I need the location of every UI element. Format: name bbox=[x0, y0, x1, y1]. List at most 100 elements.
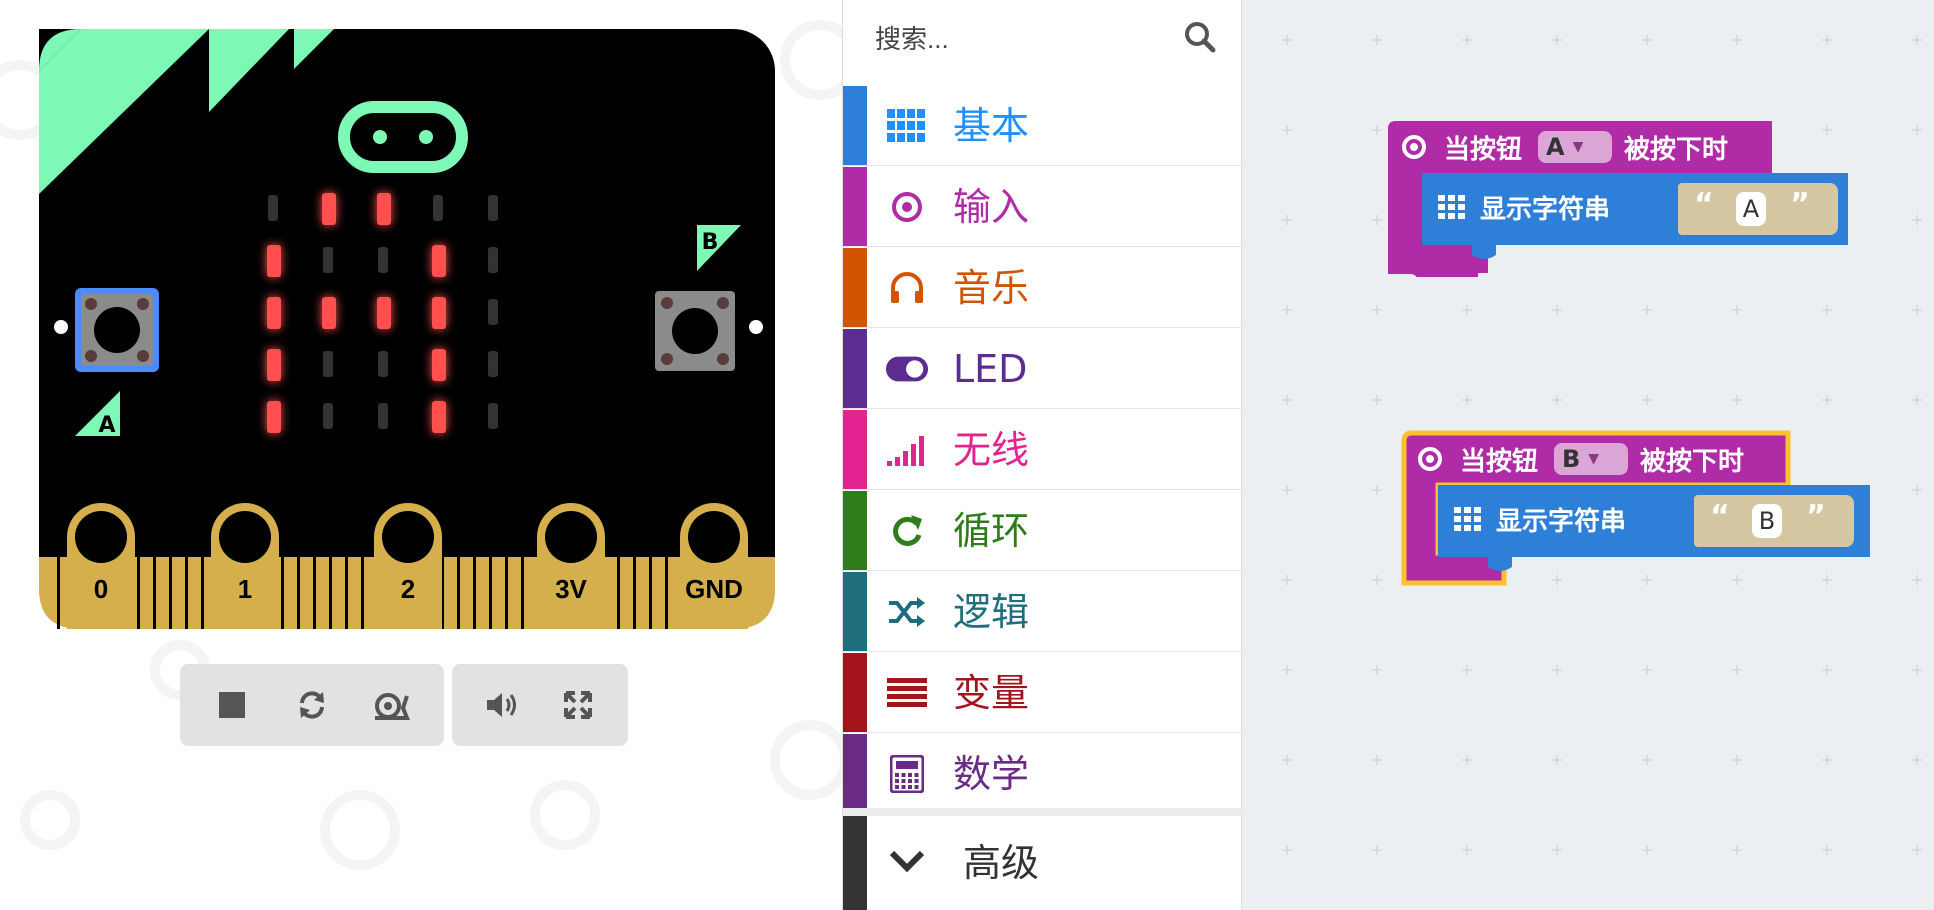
string-value[interactable]: A bbox=[1736, 192, 1766, 226]
led-off bbox=[323, 351, 333, 377]
search-input[interactable] bbox=[873, 14, 1157, 64]
led-on bbox=[377, 193, 391, 225]
led-off bbox=[488, 247, 498, 273]
led-off bbox=[268, 195, 278, 221]
category-label: 输入 bbox=[953, 185, 1030, 229]
category-label: 无线 bbox=[953, 428, 1030, 472]
led-on bbox=[322, 193, 336, 225]
category-label: 数学 bbox=[953, 752, 1030, 796]
simulator-toolbar-main bbox=[180, 664, 444, 746]
radio-target-icon bbox=[1402, 135, 1426, 159]
string-block[interactable]: “ A ” bbox=[1678, 183, 1838, 235]
led-on bbox=[432, 245, 446, 277]
blocks-workspace[interactable]: 当按钮 A ▼ 被按下时 显示字符串 “ A ” 当按钮 B ▼ 被按下时 显示… bbox=[1242, 0, 1934, 910]
stop-button[interactable] bbox=[208, 681, 256, 729]
button-a[interactable] bbox=[75, 288, 159, 372]
shuffle-icon bbox=[885, 590, 929, 634]
led-on bbox=[267, 297, 281, 329]
pin-3v[interactable]: 3V bbox=[537, 503, 605, 629]
decor-shape bbox=[770, 720, 842, 800]
pin-0[interactable]: 0 bbox=[67, 503, 135, 629]
toolbox: 基本输入音乐 LED 无线循环逻辑变量数学 高级 bbox=[842, 0, 1243, 910]
led-on bbox=[267, 401, 281, 433]
advanced-divider bbox=[843, 808, 1243, 816]
led-on bbox=[432, 401, 446, 433]
led-on bbox=[267, 349, 281, 381]
led-on bbox=[377, 297, 391, 329]
category-stripe bbox=[843, 410, 867, 489]
led-on bbox=[432, 297, 446, 329]
button-dropdown-value: A bbox=[1546, 133, 1565, 161]
category-stripe bbox=[843, 86, 867, 165]
category-item[interactable]: 循环 bbox=[843, 491, 1243, 571]
category-label: 音乐 bbox=[953, 266, 1030, 310]
button-dropdown-value: B bbox=[1562, 445, 1581, 473]
signal-icon bbox=[885, 428, 929, 472]
grid-icon bbox=[1438, 195, 1465, 219]
category-item[interactable]: 数学 bbox=[843, 734, 1243, 814]
category-advanced[interactable]: 高级 bbox=[843, 816, 1243, 910]
category-item[interactable]: 输入 bbox=[843, 167, 1243, 247]
event-label: 当按钮 bbox=[1460, 447, 1539, 477]
grid-icon bbox=[1454, 507, 1481, 531]
category-label: 逻辑 bbox=[953, 590, 1030, 634]
led-on bbox=[322, 297, 336, 329]
decor-shape bbox=[780, 20, 842, 100]
dropdown-arrow-icon: ▼ bbox=[1588, 451, 1600, 467]
led-off bbox=[378, 247, 388, 273]
category-item[interactable]: 基本 bbox=[843, 86, 1243, 166]
mounting-hole-right bbox=[749, 320, 763, 334]
toolbox-search bbox=[843, 0, 1243, 78]
led-off bbox=[323, 403, 333, 429]
pin-label: 2 bbox=[401, 574, 415, 604]
led-off bbox=[488, 195, 498, 221]
fullscreen-button[interactable] bbox=[554, 681, 602, 729]
refresh-icon bbox=[885, 509, 929, 553]
close-quote-icon: ” bbox=[1790, 187, 1810, 222]
button-dropdown[interactable]: A ▼ bbox=[1538, 131, 1612, 163]
toggle-icon bbox=[885, 347, 929, 391]
restart-button[interactable] bbox=[288, 681, 336, 729]
button-b-label: B bbox=[702, 230, 719, 255]
stop-icon bbox=[219, 692, 245, 718]
category-label: 循环 bbox=[953, 509, 1030, 553]
category-item[interactable]: 逻辑 bbox=[843, 572, 1243, 652]
pin-gnd[interactable]: GND bbox=[680, 503, 748, 629]
mute-button[interactable] bbox=[478, 681, 526, 729]
decor-shape bbox=[20, 790, 80, 850]
slow-motion-button[interactable] bbox=[368, 681, 416, 729]
fullscreen-icon bbox=[564, 691, 592, 719]
decor-shape bbox=[530, 780, 600, 850]
led-off bbox=[433, 195, 443, 221]
category-item[interactable]: 音乐 bbox=[843, 248, 1243, 328]
category-advanced-label: 高级 bbox=[963, 841, 1040, 885]
mounting-hole-left bbox=[54, 320, 68, 334]
open-quote-icon: “ bbox=[1694, 187, 1714, 222]
led-on bbox=[432, 349, 446, 381]
event-label: 当按钮 bbox=[1444, 135, 1523, 165]
show-string-label: 显示字符串 bbox=[1480, 195, 1611, 225]
category-item[interactable]: 无线 bbox=[843, 410, 1243, 490]
category-stripe bbox=[843, 572, 867, 651]
category-item[interactable]: 变量 bbox=[843, 653, 1243, 733]
category-stripe bbox=[843, 248, 867, 327]
search-icon[interactable] bbox=[1183, 20, 1217, 54]
led-off bbox=[378, 351, 388, 377]
pin-2[interactable]: 2 bbox=[374, 503, 442, 629]
button-b[interactable] bbox=[655, 291, 735, 371]
pin-label: GND bbox=[685, 574, 743, 604]
category-item[interactable]: LED bbox=[843, 329, 1243, 409]
category-stripe bbox=[843, 653, 867, 732]
event-suffix: 被按下时 bbox=[1640, 447, 1745, 477]
string-value[interactable]: B bbox=[1752, 504, 1782, 538]
string-block[interactable]: “ B ” bbox=[1694, 495, 1854, 547]
dropdown-arrow-icon: ▼ bbox=[1572, 139, 1584, 155]
button-dropdown[interactable]: B ▼ bbox=[1554, 443, 1628, 475]
microbit-board: A B 0 1 2 3V GND bbox=[39, 29, 775, 629]
pin-1[interactable]: 1 bbox=[211, 503, 279, 629]
led-off bbox=[378, 403, 388, 429]
button-a-label: A bbox=[98, 413, 115, 438]
led-on bbox=[267, 245, 281, 277]
restart-icon bbox=[300, 691, 324, 719]
pin-label: 3V bbox=[555, 574, 587, 604]
